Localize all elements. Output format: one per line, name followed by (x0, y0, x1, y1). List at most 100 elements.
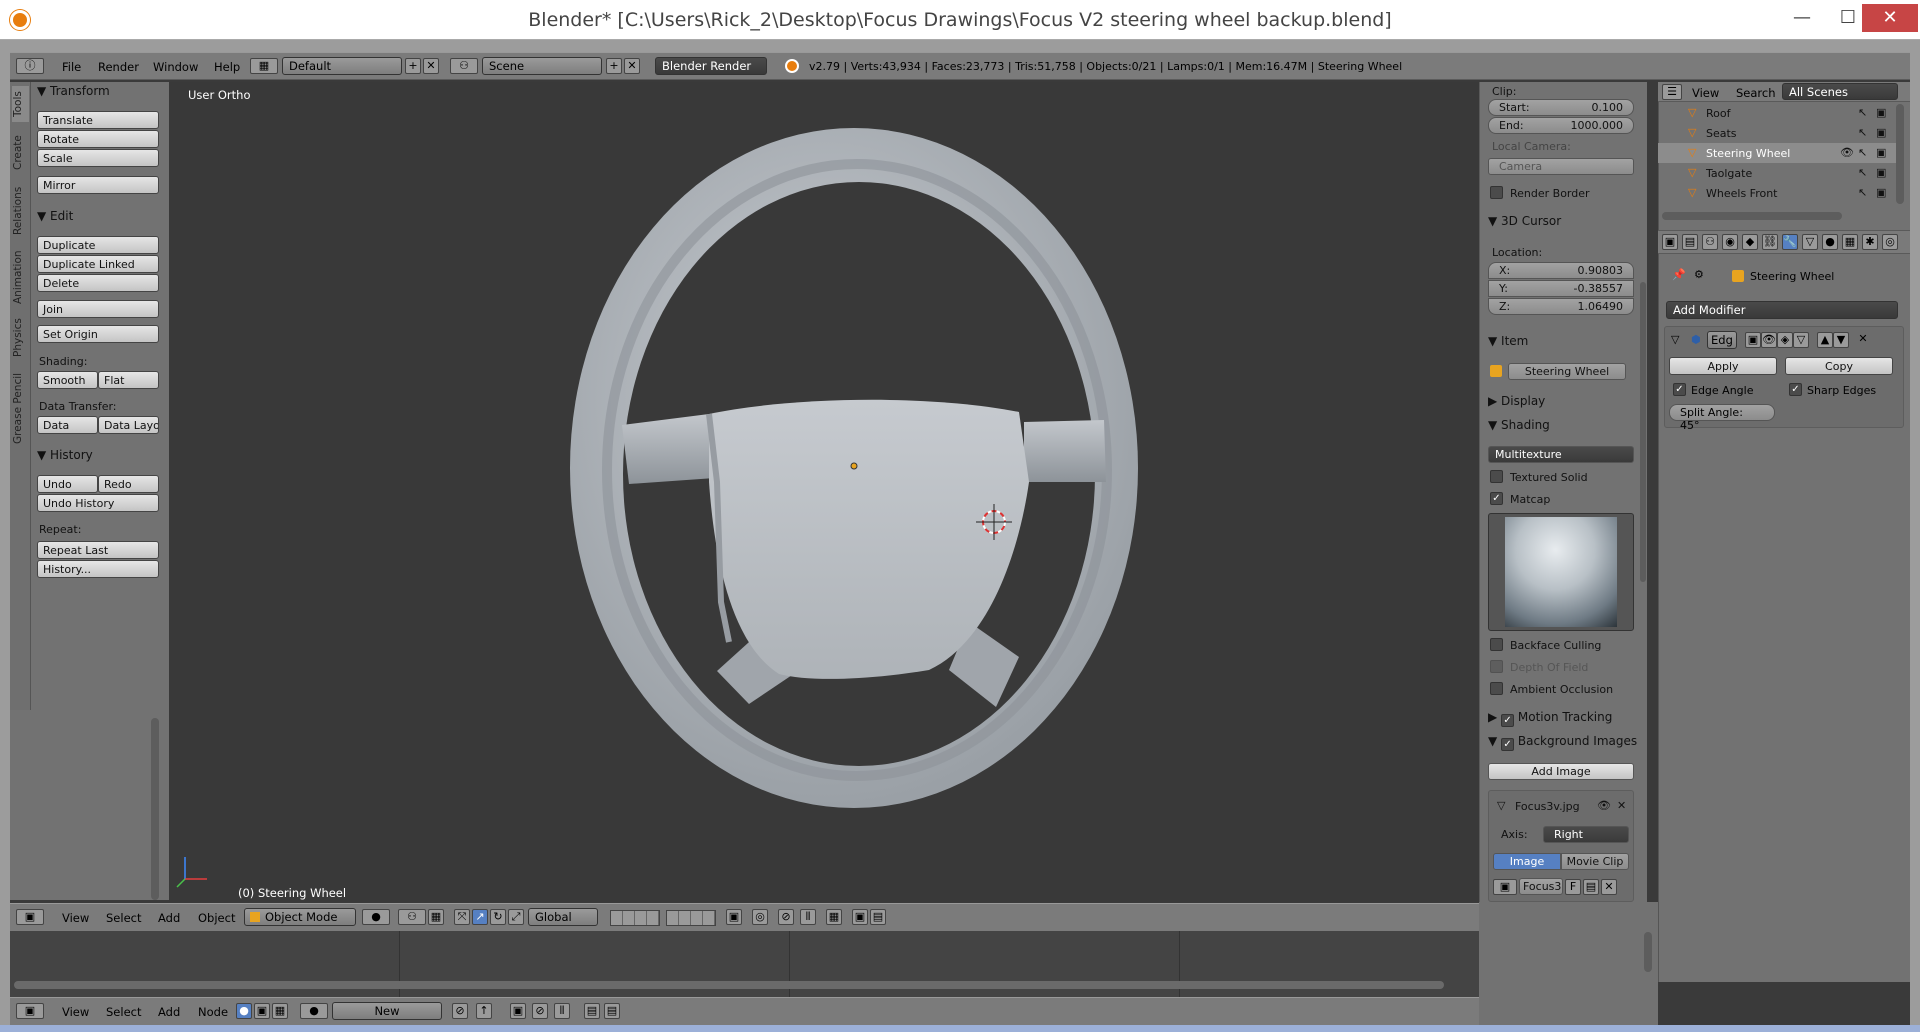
remove-modifier-icon[interactable]: ✕ (1855, 332, 1871, 348)
new-material-button[interactable]: New (332, 1002, 442, 1020)
outliner-vertical-scrollbar[interactable] (1896, 104, 1904, 204)
restrict-render-icon[interactable]: ▣ (1876, 186, 1886, 199)
image-browse-icon[interactable]: ▣ (1493, 879, 1517, 895)
outliner-item-steering-wheel[interactable]: ▽ Steering Wheel 👁 ↖ ▣ (1658, 143, 1896, 163)
layout-dropdown[interactable]: Default (282, 57, 402, 75)
clip-start-field[interactable]: Start: 0.100 (1488, 99, 1634, 116)
snap-element-icon[interactable]: ⫴ (800, 909, 816, 925)
node-editor-vscrollbar[interactable] (1644, 932, 1652, 972)
bg-image-remove-icon[interactable]: ✕ (1617, 799, 1626, 812)
menu-file[interactable]: File (62, 60, 81, 74)
modifier-render-icon[interactable]: ◈ (1777, 332, 1793, 348)
node-editor-area[interactable] (10, 931, 1479, 997)
rotate-manipulator-icon[interactable]: ↻ (490, 909, 506, 925)
move-up-icon[interactable]: ▲ (1817, 332, 1833, 348)
visibility-eye-icon[interactable]: 👁 (1840, 146, 1854, 159)
render-tab-icon[interactable]: ▣ (1662, 234, 1678, 250)
restrict-render-icon[interactable]: ▣ (1876, 106, 1886, 119)
outliner-display-mode-dropdown[interactable]: All Scenes (1782, 83, 1898, 100)
3d-viewport[interactable]: User Ortho (0) Steering Wheel (169, 82, 1479, 902)
constraints-tab-icon[interactable]: ⛓ (1762, 234, 1778, 250)
outliner-item-wheels-front[interactable]: ▽ Wheels Front ↖ ▣ (1658, 183, 1896, 203)
3d-cursor-panel-header[interactable]: ▼ 3D Cursor (1488, 214, 1561, 228)
outliner-item-roof[interactable]: ▽ Roof ↖ ▣ (1658, 103, 1896, 123)
editor-type-3d-icon[interactable]: ▣ (16, 909, 44, 925)
lock-layers-icon[interactable]: ▣ (726, 909, 742, 925)
movie-clip-tab[interactable]: Movie Clip (1561, 853, 1629, 870)
outliner-search-menu[interactable]: Search (1736, 86, 1776, 100)
toolshelf-scrollbar[interactable] (151, 718, 159, 900)
matcap-checkbox[interactable]: ✓ (1490, 492, 1503, 505)
ambient-occlusion-checkbox[interactable] (1490, 682, 1503, 695)
add-layout-icon[interactable]: + (405, 58, 421, 74)
steering-wheel-model[interactable] (169, 82, 1479, 902)
viewport-menu-add[interactable]: Add (158, 911, 180, 925)
edge-angle-checkbox[interactable]: ✓ (1673, 383, 1686, 396)
modifier-visibility-icon[interactable]: 👁 (1761, 332, 1777, 348)
join-button[interactable]: Join (37, 300, 159, 318)
data-tab-icon[interactable]: ▽ (1802, 234, 1818, 250)
textured-solid-checkbox[interactable] (1490, 470, 1503, 483)
menu-help[interactable]: Help (214, 60, 240, 74)
delete-button[interactable]: Delete (37, 274, 159, 292)
history-button[interactable]: History... (37, 560, 159, 578)
restrict-render-icon[interactable]: ▣ (1876, 146, 1886, 159)
node-editor-hscrollbar[interactable] (14, 981, 1444, 989)
restrict-select-icon[interactable]: ↖ (1858, 106, 1867, 119)
snap-toggle-icon[interactable]: ⊘ (778, 909, 794, 925)
add-image-button[interactable]: Add Image (1488, 763, 1634, 780)
close-window-button[interactable]: ✕ (1862, 4, 1918, 32)
add-scene-icon[interactable]: + (606, 58, 622, 74)
render-border-checkbox[interactable] (1490, 186, 1503, 199)
node-menu-view[interactable]: View (62, 1005, 89, 1019)
interaction-mode-dropdown[interactable]: Object Mode (244, 908, 356, 926)
modifier-editmode-icon[interactable]: ▣ (1745, 332, 1761, 348)
menu-render[interactable]: Render (98, 60, 139, 74)
opengl-anim-icon[interactable]: ▤ (870, 909, 886, 925)
scale-button[interactable]: Scale (37, 149, 159, 167)
backface-culling-checkbox[interactable] (1490, 638, 1503, 651)
data-layout-button[interactable]: Data Layo (98, 416, 159, 434)
edit-panel-header[interactable]: ▼ Edit (37, 209, 73, 223)
shading-panel-header[interactable]: ▼ Shading (1488, 418, 1550, 432)
compositing-nodes-icon[interactable]: ▣ (254, 1003, 270, 1019)
smooth-button[interactable]: Smooth (37, 371, 98, 389)
tab-physics[interactable]: Physics (12, 314, 29, 362)
translate-manipulator-icon[interactable]: ↗ (472, 909, 488, 925)
outliner-horizontal-scrollbar[interactable] (1662, 212, 1842, 220)
particles-tab-icon[interactable]: ✱ (1862, 234, 1878, 250)
image-unlink-icon[interactable]: ✕ (1601, 879, 1617, 895)
translate-button[interactable]: Translate (37, 111, 159, 129)
node-menu-add[interactable]: Add (158, 1005, 180, 1019)
scene-icon[interactable]: ⚇ (450, 58, 478, 74)
modifier-cage-icon[interactable]: ▽ (1793, 332, 1809, 348)
display-panel-header[interactable]: ▶ Display (1488, 394, 1545, 408)
scale-manipulator-icon[interactable]: ⤢ (508, 909, 524, 925)
material-tab-icon[interactable]: ● (1822, 234, 1838, 250)
undo-history-button[interactable]: Undo History (37, 494, 159, 512)
copy-nodes-icon[interactable]: ▤ (584, 1003, 600, 1019)
outliner-item-taolgate[interactable]: ▽ Taolgate ↖ ▣ (1658, 163, 1896, 183)
texture-tab-icon[interactable]: ▦ (1842, 234, 1858, 250)
tab-animation[interactable]: Animation (12, 246, 29, 308)
history-panel-header[interactable]: ▼ History (37, 448, 93, 462)
physics-tab-icon[interactable]: ◎ (1882, 234, 1898, 250)
pin-node-tree-icon[interactable]: ⊘ (452, 1003, 468, 1019)
sharp-edges-checkbox[interactable]: ✓ (1789, 383, 1802, 396)
snap-target-icon[interactable]: ▦ (826, 909, 842, 925)
backdrop-icon[interactable]: ▣ (510, 1003, 526, 1019)
minimize-button[interactable]: — (1780, 4, 1824, 32)
motion-tracking-panel-header[interactable]: ▶ ✓ Motion Tracking (1488, 710, 1612, 727)
move-down-icon[interactable]: ▼ (1833, 332, 1849, 348)
modifiers-tab-icon[interactable]: 🔧 (1782, 234, 1798, 250)
matcap-preview-frame[interactable] (1488, 513, 1634, 631)
paste-nodes-icon[interactable]: ▤ (604, 1003, 620, 1019)
restrict-select-icon[interactable]: ↖ (1858, 126, 1867, 139)
restrict-select-icon[interactable]: ↖ (1858, 166, 1867, 179)
object-tab-icon[interactable]: ◆ (1742, 234, 1758, 250)
shading-mode-dropdown[interactable]: Multitexture (1488, 446, 1634, 463)
clip-end-field[interactable]: End: 1000.000 (1488, 117, 1634, 134)
menu-window[interactable]: Window (153, 60, 198, 74)
world-tab-icon[interactable]: ◉ (1722, 234, 1738, 250)
item-panel-header[interactable]: ▼ Item (1488, 334, 1528, 348)
